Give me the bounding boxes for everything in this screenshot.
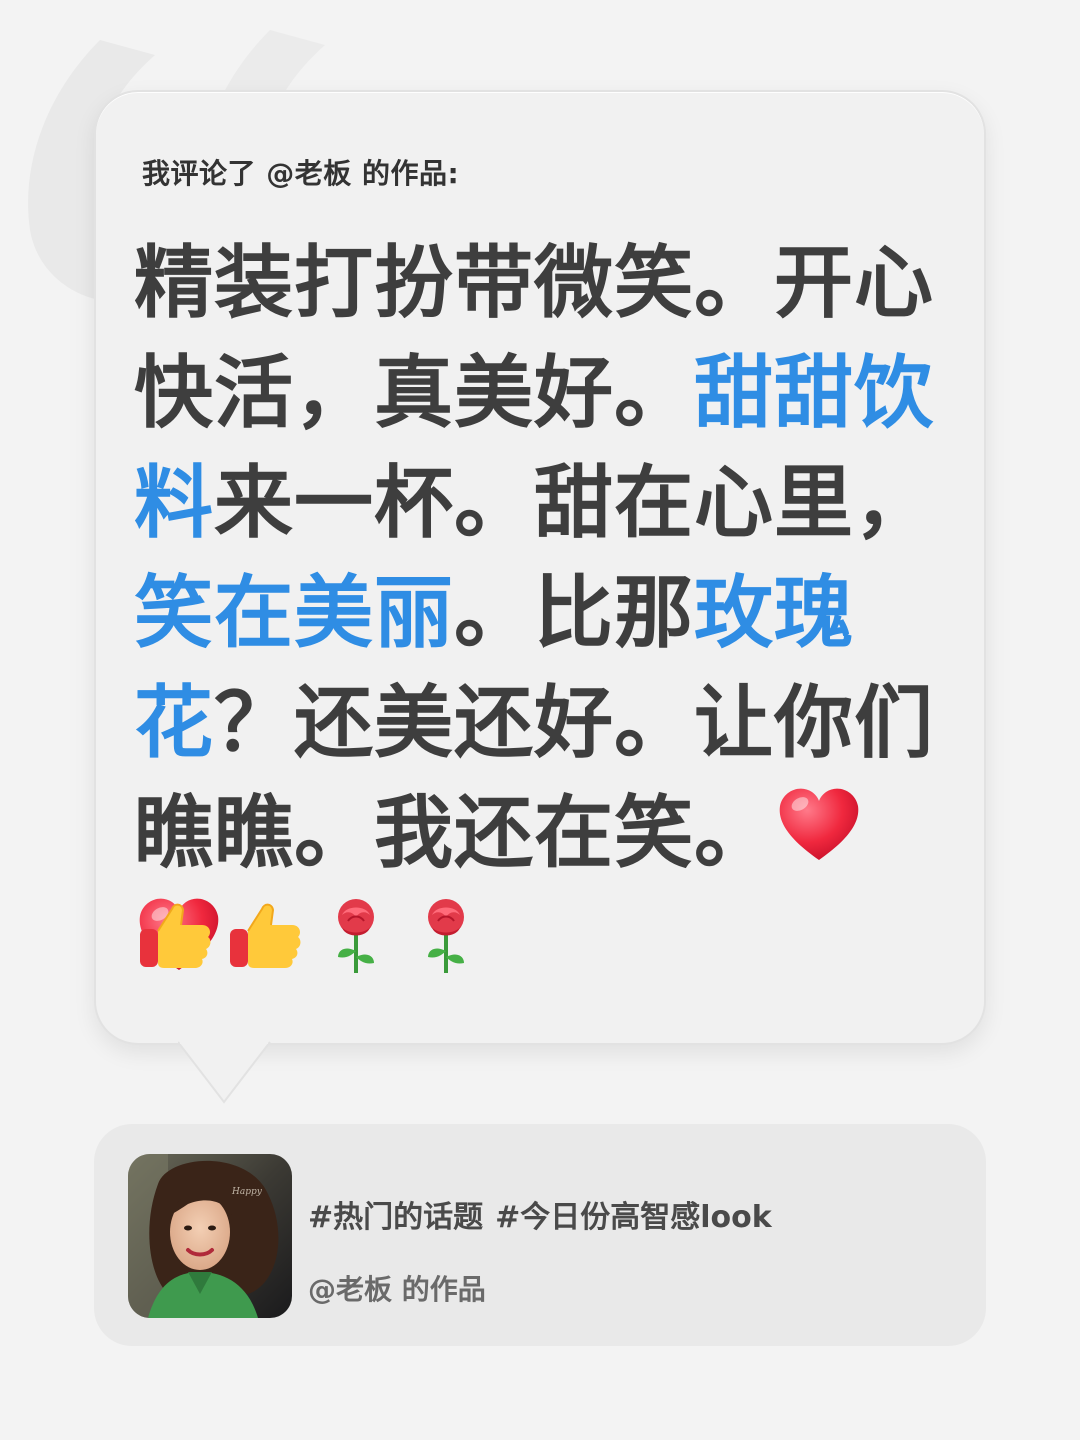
hashtag[interactable]: #今日份高智感look (495, 1200, 772, 1235)
intro-mention[interactable]: @老板 (266, 157, 352, 190)
comment-segment: 来一杯。甜在心里， (214, 457, 934, 549)
post-thumbnail[interactable]: Happy (128, 1154, 292, 1318)
rose-icon (406, 895, 486, 975)
post-tags: #热门的话题 #今日份高智感look (308, 1192, 772, 1236)
comment-intro: 我评论了 @老板 的作品: (142, 152, 459, 192)
rose-icon (316, 895, 396, 975)
red-heart-icon (776, 782, 862, 868)
svg-text:Happy: Happy (231, 1187, 263, 1197)
comment-segment: 。比那 (454, 567, 694, 659)
comment-highlight: 笑在美丽 (134, 567, 454, 659)
thumbs-up-icon (226, 895, 306, 975)
intro-suffix: 的作品: (362, 157, 460, 190)
intro-prefix: 我评论了 (142, 157, 257, 190)
post-byline: @老板 的作品 (308, 1273, 486, 1306)
hashtag[interactable]: #热门的话题 (308, 1200, 483, 1235)
emoji-row (136, 895, 486, 975)
thumbs-up-icon (136, 895, 216, 975)
comment-text: 精装打扮带微笑。开心快活，真美好。甜甜饮料来一杯。甜在心里，笑在美丽。比那玫瑰花… (134, 228, 934, 998)
